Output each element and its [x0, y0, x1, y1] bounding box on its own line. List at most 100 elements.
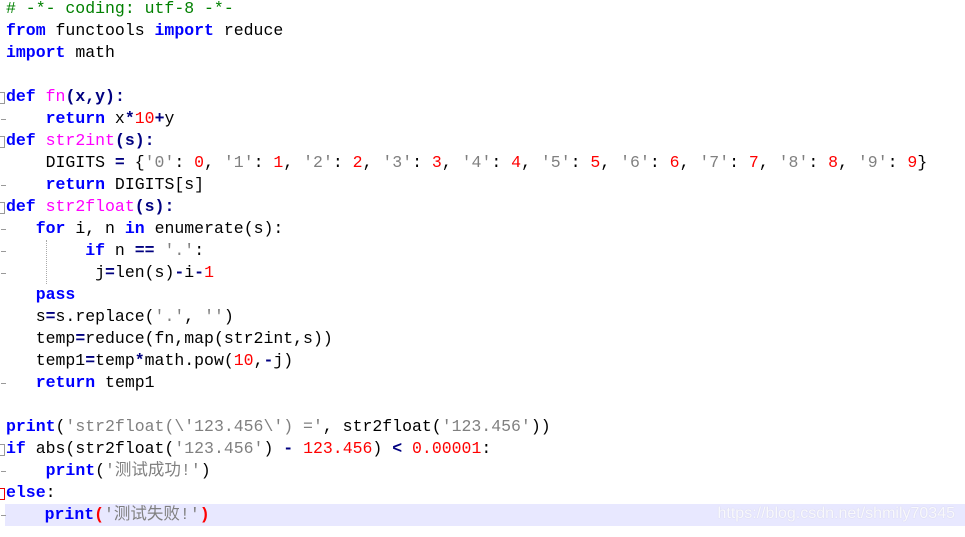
code-token: ( [95, 461, 106, 480]
code-token: '1' [223, 153, 254, 172]
code-line[interactable] [6, 64, 965, 86]
code-line[interactable] [6, 394, 965, 416]
code-token: '测试失败!' [104, 505, 200, 524]
fold-guide [1, 185, 6, 186]
fold-marker-icon[interactable] [0, 444, 5, 456]
code-line[interactable]: j=len(s)-i-1 [6, 262, 965, 284]
code-token: str2int [45, 131, 115, 150]
code-line[interactable]: temp=reduce(fn,map(str2int,s)) [6, 328, 965, 350]
code-token: } [917, 153, 928, 172]
code-token: : [174, 153, 195, 172]
code-token: return [45, 109, 106, 128]
code-token: + [154, 109, 165, 128]
code-token: '3' [382, 153, 413, 172]
code-line[interactable]: def str2float(s): [6, 196, 965, 218]
code-line[interactable]: return temp1 [6, 372, 965, 394]
code-token: ) [372, 439, 393, 458]
code-token: DIGITS [6, 153, 115, 172]
code-token: n [105, 241, 135, 260]
code-token: s.replace( [55, 307, 155, 326]
code-token: : [729, 153, 749, 172]
code-line[interactable]: print('str2float(\'123.456\') =', str2fl… [6, 416, 965, 438]
code-line[interactable]: pass [6, 284, 965, 306]
code-token: : [570, 153, 591, 172]
code-line[interactable]: s=s.replace('.', '') [6, 306, 965, 328]
code-token: ) [199, 505, 210, 524]
code-token: ) [263, 439, 284, 458]
fold-marker-icon[interactable] [0, 92, 5, 104]
code-token: def [6, 197, 36, 216]
code-token: 3 [431, 153, 442, 172]
code-token: 8 [828, 153, 839, 172]
code-line[interactable]: DIGITS = {'0': 0, '1': 1, '2': 2, '3': 3… [6, 152, 965, 174]
code-editor[interactable]: # -*- coding: utf-8 -*- from functools im… [0, 0, 965, 537]
code-token: '' [204, 307, 224, 326]
code-token: = [85, 351, 96, 370]
code-line[interactable]: for i, n in enumerate(s): [6, 218, 965, 240]
code-token: def [6, 131, 36, 150]
fold-guide [1, 119, 6, 120]
code-line[interactable]: # -*- coding: utf-8 -*- [6, 0, 965, 20]
code-token: return [35, 373, 96, 392]
code-line[interactable]: temp1=temp*math.pow(10,-j) [6, 350, 965, 372]
code-token: print [44, 505, 95, 524]
code-line[interactable]: def str2int(s): [6, 130, 965, 152]
code-line[interactable]: return DIGITS[s] [6, 174, 965, 196]
code-token: '4' [461, 153, 492, 172]
code-token: = [105, 263, 115, 282]
code-token: '.' [164, 241, 195, 260]
code-token: functools [45, 21, 155, 40]
code-line[interactable]: print('测试成功!') [6, 460, 965, 482]
code-token: '123.456' [174, 439, 264, 458]
code-token: ) [200, 461, 211, 480]
code-token: i [184, 263, 195, 282]
code-token: , [521, 153, 541, 172]
code-token: x [105, 109, 125, 128]
code-token: 'str2float(\'123.456\') =' [65, 417, 323, 436]
code-line[interactable]: else: [6, 482, 965, 504]
code-token: == [134, 241, 155, 260]
code-token: : [808, 153, 829, 172]
code-line[interactable]: return x*10+y [6, 108, 965, 130]
code-token: DIGITS[s] [105, 175, 205, 194]
code-token: else [6, 483, 46, 502]
fold-marker-icon[interactable] [0, 202, 5, 214]
code-token: 0 [194, 153, 205, 172]
code-token: return [45, 175, 106, 194]
code-token: )) [530, 417, 551, 436]
code-line[interactable]: import math [6, 42, 965, 64]
code-token: , [441, 153, 462, 172]
code-line[interactable]: if n == '.': [6, 240, 965, 262]
code-token: '8' [778, 153, 809, 172]
code-token: - [194, 263, 205, 282]
code-token: (x,y): [65, 87, 125, 106]
code-token: temp [6, 329, 76, 348]
code-token: : [481, 439, 492, 458]
code-token: : [412, 153, 432, 172]
code-token: ) [223, 307, 234, 326]
fold-marker-icon[interactable] [0, 136, 5, 148]
code-token: abs(str2float( [25, 439, 175, 458]
code-token: pass [35, 285, 76, 304]
code-line[interactable]: def fn(x,y): [6, 86, 965, 108]
code-token: temp [95, 351, 135, 370]
code-token: 10 [134, 109, 155, 128]
code-token: '测试成功!' [105, 461, 201, 480]
code-token: 2 [352, 153, 363, 172]
code-line[interactable]: from functools import reduce [6, 20, 965, 42]
fold-marker-icon[interactable] [0, 488, 5, 500]
code-token: '2' [303, 153, 333, 172]
code-line[interactable]: if abs(str2float('123.456') - 123.456) <… [6, 438, 965, 460]
code-token: reduce(fn,map(str2int,s)) [85, 329, 333, 348]
code-token: for [35, 219, 66, 238]
code-token: 4 [511, 153, 522, 172]
code-token: : [332, 153, 353, 172]
code-token: in [124, 219, 145, 238]
code-token: = [45, 307, 56, 326]
